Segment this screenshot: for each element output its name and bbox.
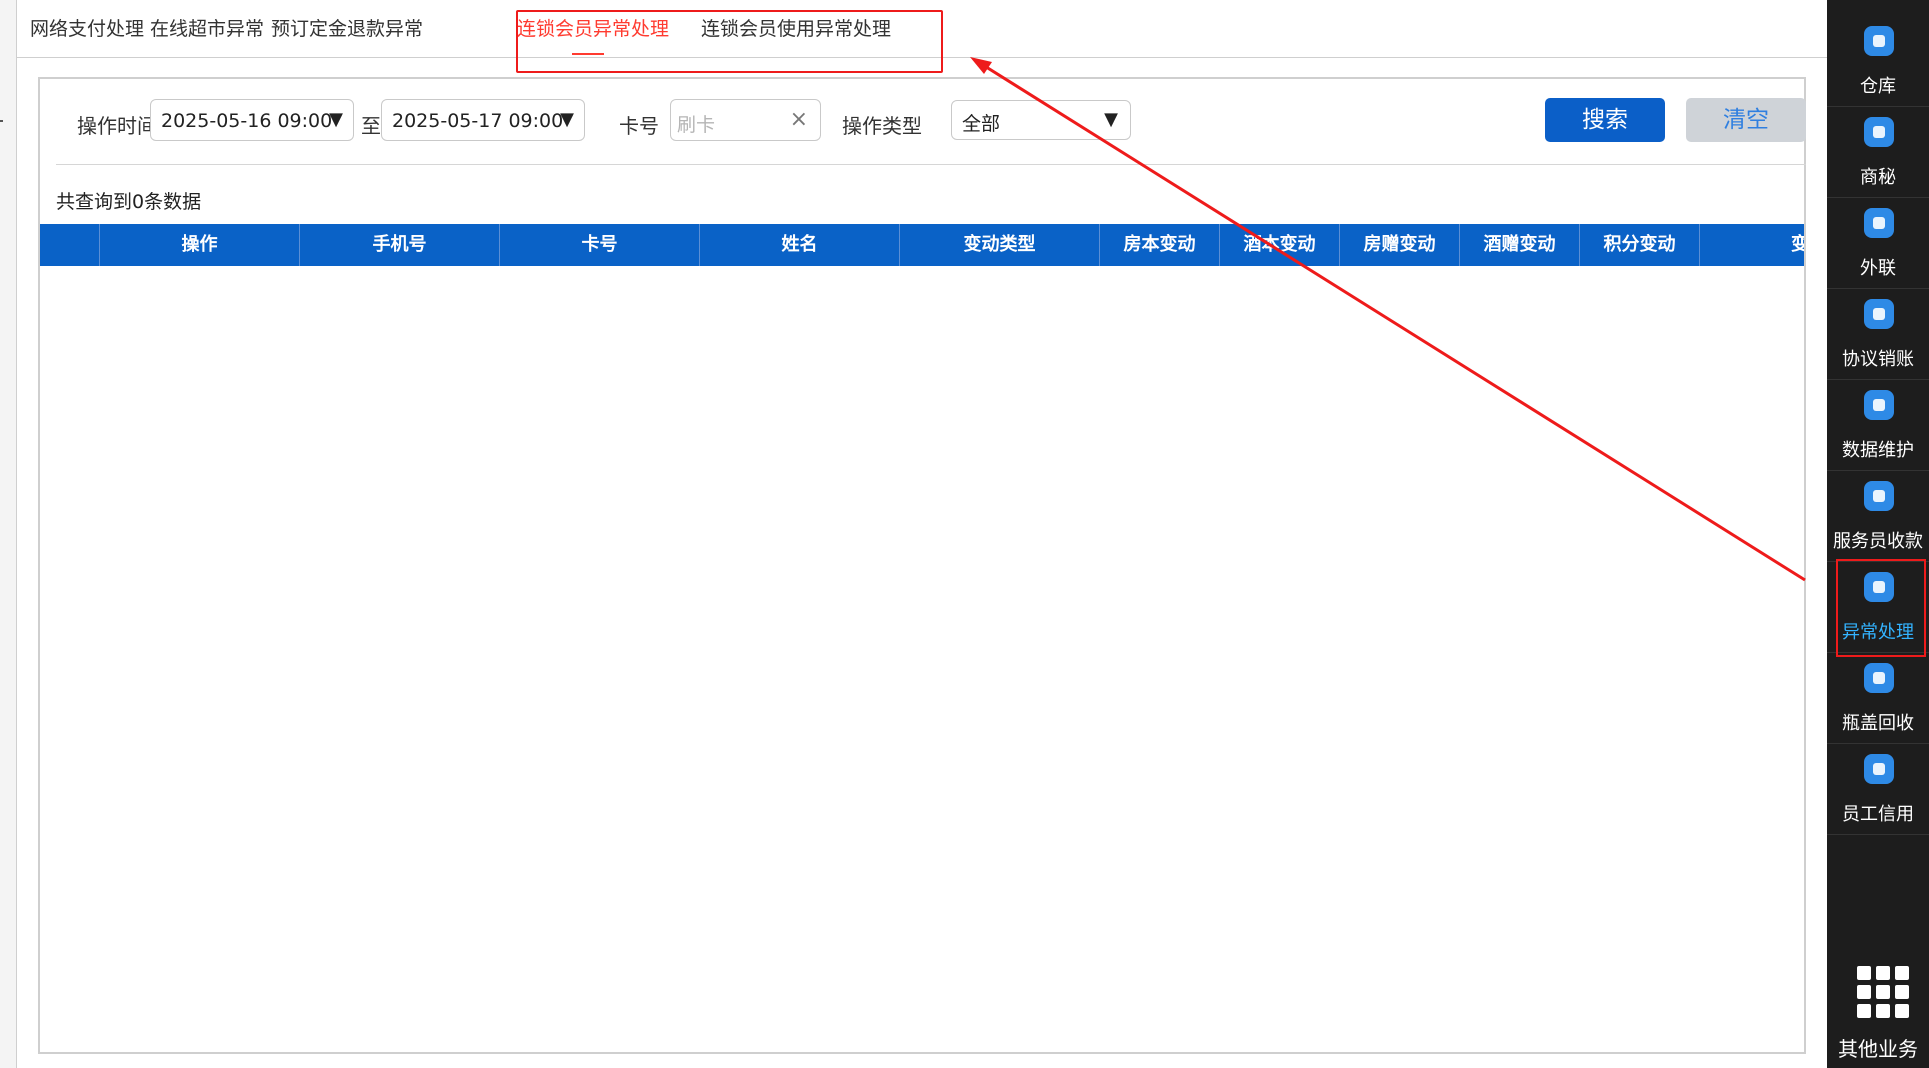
box-icon xyxy=(1864,572,1894,602)
col-room-gift-change: 房赠变动 xyxy=(1340,224,1460,266)
sidebar-item-agreement-writeoff[interactable]: 协议销账 xyxy=(1827,289,1929,380)
card-placeholder: 刷卡 xyxy=(677,114,716,136)
sidebar-item-label: 商秘 xyxy=(1860,167,1896,188)
recycle-icon xyxy=(1864,663,1894,693)
tab-online-supermarket[interactable]: 在线超市异常 xyxy=(150,14,264,41)
end-time-select[interactable]: 2025-05-17 09:00 ▼ xyxy=(381,99,585,141)
time-label: 操作时间 xyxy=(77,114,157,138)
op-type-value: 全部 xyxy=(962,113,1001,135)
tab-deposit-refund[interactable]: 预订定金退款异常 xyxy=(271,14,423,41)
tab-bar: 网络支付处理 在线超市异常 预订定金退款异常 连锁会员异常处理 连锁会员使用异常… xyxy=(17,0,1827,73)
op-type-label: 操作类型 xyxy=(842,114,922,138)
col-checkbox xyxy=(40,224,100,266)
dropdown-arrow-icon: ▼ xyxy=(1104,109,1118,130)
end-time-value: 2025-05-17 09:00 xyxy=(392,110,564,132)
sidebar-item-shangmi[interactable]: 商秘 xyxy=(1827,107,1929,198)
col-change-type: 变动类型 xyxy=(900,224,1100,266)
start-time-value: 2025-05-16 09:00 xyxy=(161,110,333,132)
col-name: 姓名 xyxy=(700,224,900,266)
sidebar-item-label: 协议销账 xyxy=(1842,349,1914,370)
col-phone: 手机号 xyxy=(300,224,500,266)
search-button[interactable]: 搜索 xyxy=(1545,98,1665,142)
sidebar-item-label: 异常处理 xyxy=(1842,622,1914,643)
sidebar-item-label: 员工信用 xyxy=(1842,804,1914,825)
col-card-no: 卡号 xyxy=(500,224,700,266)
card-label: 卡号 xyxy=(619,114,659,138)
sidebar-item-label: 瓶盖回收 xyxy=(1842,713,1914,734)
sidebar-item-staff-credit[interactable]: 员工信用 xyxy=(1827,744,1929,835)
main-panel: 网络支付处理 在线超市异常 预订定金退款异常 连锁会员异常处理 连锁会员使用异常… xyxy=(17,0,1827,1068)
tab-chain-member-usage-exception[interactable]: 连锁会员使用异常处理 xyxy=(701,14,891,41)
col-wine-gift-change: 酒赠变动 xyxy=(1460,224,1580,266)
result-count: 共查询到0条数据 xyxy=(56,191,202,213)
clear-button[interactable]: 清空 xyxy=(1686,98,1806,142)
download-icon xyxy=(1864,299,1894,329)
apps-grid-icon[interactable] xyxy=(1857,966,1909,1018)
sidebar-item-label: 数据维护 xyxy=(1842,440,1914,461)
tab-chain-member-exception[interactable]: 连锁会员异常处理 xyxy=(517,14,669,41)
table-header: 操作 手机号 卡号 姓名 变动类型 房本变动 酒本变动 房赠变动 酒赠变动 积分… xyxy=(40,224,1804,266)
col-points-change: 积分变动 xyxy=(1580,224,1700,266)
active-tab-underline xyxy=(572,53,604,55)
filter-bar: 操作时间 2025-05-16 09:00 ▼ 至 2025-05-17 09:… xyxy=(40,79,1806,165)
sidebar-item-warehouse[interactable]: 仓库 xyxy=(1827,16,1929,107)
sidebar-item-label: 外联 xyxy=(1860,258,1896,279)
left-edge-strip xyxy=(0,0,17,1068)
sidebar-item-label: 服务员收款 xyxy=(1833,531,1923,552)
content-area: 操作时间 2025-05-16 09:00 ▼ 至 2025-05-17 09:… xyxy=(38,77,1806,1054)
other-business-label[interactable]: 其他业务 xyxy=(1827,1033,1929,1062)
card-input[interactable]: 刷卡 × xyxy=(670,99,821,141)
pie-chart-icon xyxy=(1864,390,1894,420)
dropdown-arrow-icon: ▼ xyxy=(560,109,574,130)
sidebar-item-cap-recycling[interactable]: 瓶盖回收 xyxy=(1827,653,1929,744)
clear-icon[interactable]: × xyxy=(790,107,808,132)
sidebar-item-waolian[interactable]: 外联 xyxy=(1827,198,1929,289)
col-operation: 操作 xyxy=(100,224,300,266)
table-body xyxy=(40,266,1804,1052)
sidebar-item-exception-handling[interactable]: 异常处理 xyxy=(1827,562,1929,653)
contact-icon xyxy=(1864,208,1894,238)
dropdown-arrow-icon: ▼ xyxy=(329,109,343,130)
sidebar-item-waiter-collection[interactable]: 服务员收款 xyxy=(1827,471,1929,562)
col-wine-principal-change: 酒本变动 xyxy=(1220,224,1340,266)
filter-divider xyxy=(56,164,1806,165)
credit-icon xyxy=(1864,754,1894,784)
op-type-select[interactable]: 全部 ▼ xyxy=(951,100,1131,140)
download-icon xyxy=(1864,117,1894,147)
sidebar-item-label: 仓库 xyxy=(1860,76,1896,97)
warehouse-icon xyxy=(1864,26,1894,56)
col-change-truncated: 变 xyxy=(1791,234,1804,255)
sidebar-item-data-maintenance[interactable]: 数据维护 xyxy=(1827,380,1929,471)
to-label: 至 xyxy=(361,114,381,138)
col-room-principal-change: 房本变动 xyxy=(1100,224,1220,266)
start-time-select[interactable]: 2025-05-16 09:00 ▼ xyxy=(150,99,354,141)
edge-mark xyxy=(0,120,3,122)
tab-online-payment[interactable]: 网络支付处理 xyxy=(30,14,144,41)
right-sidebar: 仓库 商秘 外联 协议销账 数据维护 服务员收款 异常处理 瓶盖回收 员工信用 … xyxy=(1827,0,1929,1068)
person-icon xyxy=(1864,481,1894,511)
